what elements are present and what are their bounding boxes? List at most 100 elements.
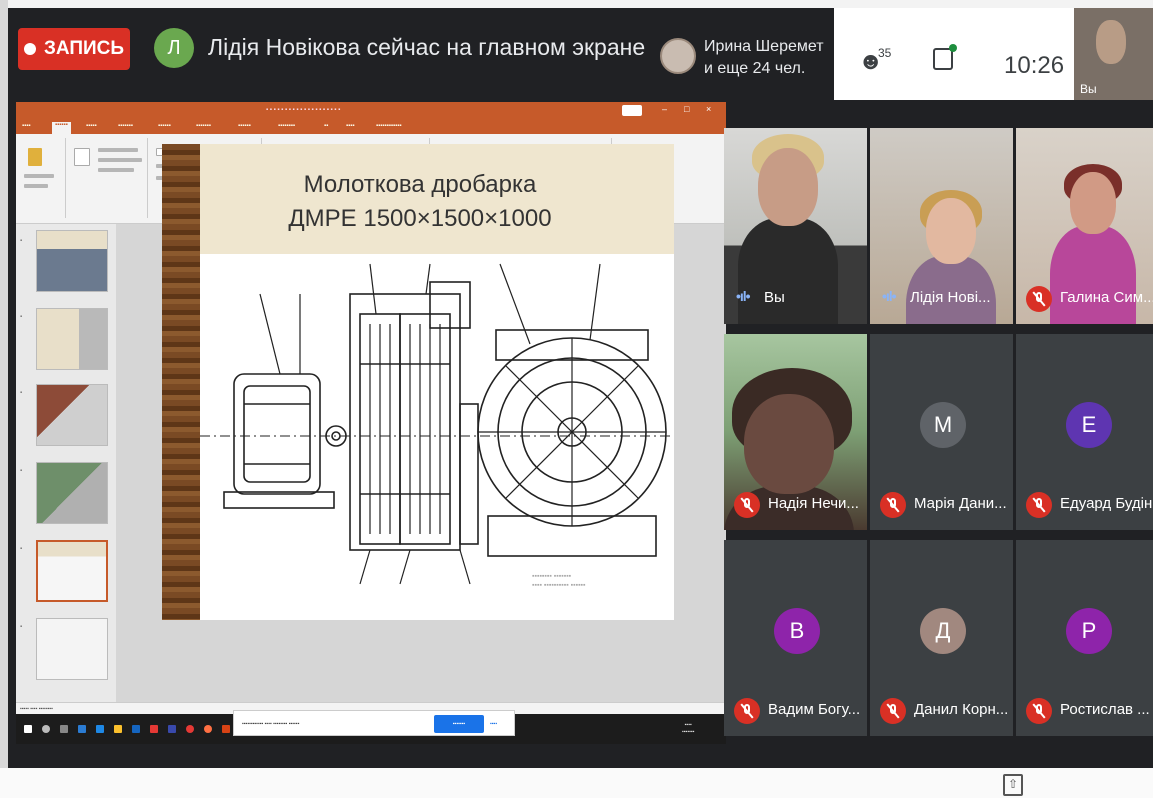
- participant-tile[interactable]: Р Ростислав ...: [1016, 540, 1153, 736]
- ppt-minimize-icon[interactable]: –: [662, 104, 667, 114]
- participant-avatar: В: [774, 608, 820, 654]
- share-screen-icon[interactable]: ⇧: [1003, 774, 1023, 796]
- participant-tile[interactable]: М Марія Дани...: [870, 334, 1013, 530]
- viewers-line-1: Ирина Шеремет: [704, 38, 824, 55]
- bottom-bar: [0, 768, 1153, 798]
- ppt-tab-insert[interactable]: ▪▪▪▪▪: [86, 123, 97, 129]
- slide-wood-border: [162, 144, 200, 620]
- speaking-icon: •ıl•: [736, 288, 751, 304]
- participant-tile[interactable]: Галина Сим...: [1016, 128, 1153, 324]
- participant-name: Ростислав ...: [1060, 701, 1150, 718]
- ribbon-group-clipboard[interactable]: [20, 138, 66, 218]
- taskview-icon[interactable]: [60, 725, 68, 733]
- presentation-slide: Молоткова дробарка ДМРЕ 1500×1500×1000 ▪…: [162, 144, 674, 620]
- slide-thumbnail-active[interactable]: [36, 540, 108, 602]
- participant-body: [738, 218, 838, 324]
- viewers-info[interactable]: Ирина Шеремет и еще 24 чел.: [704, 36, 824, 80]
- mic-off-icon: [734, 698, 760, 724]
- slide-title: Молоткова дробарка ДМРЕ 1500×1500×1000: [200, 168, 640, 236]
- hide-banner-button[interactable]: ▪▪▪▪: [490, 721, 497, 727]
- slide-thumbnail[interactable]: [36, 230, 108, 292]
- ribbon-group-slides[interactable]: [68, 138, 148, 218]
- ppt-ribbon-tabs: ▪▪▪▪ ▪▪▪▪▪▪ ▪▪▪▪▪ ▪▪▪▪▪▪▪ ▪▪▪▪▪▪ ▪▪▪▪▪▪▪…: [16, 120, 726, 134]
- app-icon[interactable]: [114, 725, 122, 733]
- windows-activation-watermark: ▪▪▪▪▪▪▪▪ ▪▪▪▪▪▪▪ ▪▪▪▪ ▪▪▪▪▪▪▪▪▪▪ ▪▪▪▪▪▪: [532, 573, 586, 589]
- participant-tile[interactable]: В Вадим Богу...: [724, 540, 867, 736]
- participants-count: 35: [878, 46, 892, 60]
- left-window-edge: [0, 0, 8, 798]
- app-icon[interactable]: [204, 725, 212, 733]
- hammer-crusher-drawing: [200, 263, 674, 585]
- meet-window: ЗАПИСЬ Л Лідія Новікова сейчас на главно…: [8, 8, 1153, 768]
- app-icon[interactable]: [96, 725, 104, 733]
- slide-title-line-2: ДМРЕ 1500×1500×1000: [288, 205, 552, 232]
- slide-thumbnail[interactable]: [36, 462, 108, 524]
- participant-body: [1050, 226, 1136, 324]
- ppt-tab-review[interactable]: ▪▪▪▪▪▪▪▪: [278, 123, 295, 129]
- slide-title-line-1: Молоткова дробарка: [303, 171, 537, 198]
- presenter-avatar: Л: [154, 28, 194, 68]
- ppt-tab-file[interactable]: ▪▪▪▪: [22, 123, 31, 129]
- slide-thumbnail[interactable]: [36, 618, 108, 680]
- ppt-tab-animations[interactable]: ▪▪▪▪▪▪▪: [196, 123, 211, 129]
- participant-avatar: Д: [920, 608, 966, 654]
- app-icon[interactable]: [132, 725, 140, 733]
- stop-sharing-button[interactable]: ▪▪▪▪▪▪▪: [434, 715, 484, 733]
- ppt-maximize-icon[interactable]: □: [684, 104, 689, 114]
- participant-tile[interactable]: Е Едуард Будін: [1016, 334, 1153, 530]
- participant-name: Вадим Богу...: [768, 701, 861, 718]
- powerpoint-icon[interactable]: [222, 725, 230, 733]
- app-icon[interactable]: [168, 725, 176, 733]
- self-view-face: [1096, 20, 1126, 64]
- participant-tile[interactable]: Надія Нечи...: [724, 334, 867, 530]
- ppt-tab-home[interactable]: ▪▪▪▪▪▪: [52, 122, 71, 134]
- chat-notification-dot: [949, 44, 957, 52]
- ppt-close-icon[interactable]: ×: [706, 104, 711, 114]
- ppt-tab-design[interactable]: ▪▪▪▪▪▪▪: [118, 123, 133, 129]
- participant-face: [758, 148, 818, 226]
- ppt-tab-help[interactable]: ▪▪▪▪: [346, 123, 355, 129]
- slide-thumbnail[interactable]: [36, 308, 108, 370]
- app-icon[interactable]: [78, 725, 86, 733]
- ppt-signin-button[interactable]: [622, 105, 642, 116]
- participant-name: Вы: [764, 289, 785, 306]
- mic-off-icon: [1026, 698, 1052, 724]
- participant-avatar: Р: [1066, 608, 1112, 654]
- mic-off-icon: [1026, 286, 1052, 312]
- mic-off-icon: [1026, 492, 1052, 518]
- participant-face: [1070, 172, 1116, 234]
- participant-name: Галина Сим...: [1060, 289, 1153, 306]
- participant-tile[interactable]: Д Данил Корн...: [870, 540, 1013, 736]
- viewer-avatar: [660, 38, 696, 74]
- mic-off-icon: [734, 492, 760, 518]
- ppt-tab-slideshow[interactable]: ▪▪▪▪▪▪: [238, 123, 251, 129]
- record-dot-icon: [23, 43, 36, 55]
- participant-avatar: М: [920, 402, 966, 448]
- record-label: ЗАПИСЬ: [43, 38, 125, 59]
- participant-tile[interactable]: •ıl• Лідія Нові...: [870, 128, 1013, 324]
- ppt-tab-view[interactable]: ▪▪: [324, 123, 328, 129]
- participant-name: Едуард Будін: [1060, 495, 1153, 512]
- app-icon[interactable]: [150, 725, 158, 733]
- viewers-line-2: и еще 24 чел.: [704, 60, 806, 77]
- participant-name: Марія Дани...: [914, 495, 1007, 512]
- slide-thumbnails-pane: ▪ ▪ ▪ ▪ ▪ ▪: [16, 224, 116, 702]
- ppt-tab-transitions[interactable]: ▪▪▪▪▪▪: [158, 123, 171, 129]
- clock: 10:26: [1004, 52, 1065, 79]
- participant-face: [926, 198, 976, 264]
- participant-avatar: Е: [1066, 402, 1112, 448]
- participant-tile[interactable]: •ıl• Вы: [724, 128, 867, 324]
- search-icon[interactable]: [42, 725, 50, 733]
- mic-off-icon: [880, 492, 906, 518]
- self-view-label: Вы: [1080, 82, 1097, 96]
- opera-icon[interactable]: [186, 725, 194, 733]
- participant-name: Надія Нечи...: [768, 495, 859, 512]
- ppt-titlebar: ▪ ▪ ▪ ▪ ▪ ▪ ▪ ▪ ▪ ▪ ▪ ▪ ▪ ▪ ▪ ▪ ▪ ▪ ▪ ▪ …: [16, 102, 726, 120]
- ppt-tell-me[interactable]: ▪▪▪▪▪▪▪▪▪▪▪▪: [376, 123, 402, 129]
- mic-off-icon: [880, 698, 906, 724]
- record-button[interactable]: ЗАПИСЬ: [18, 28, 130, 70]
- ppt-window-title: ▪ ▪ ▪ ▪ ▪ ▪ ▪ ▪ ▪ ▪ ▪ ▪ ▪ ▪ ▪ ▪ ▪ ▪ ▪ ▪: [266, 107, 341, 113]
- windows-start-icon[interactable]: [24, 725, 32, 733]
- slide-thumbnail[interactable]: [36, 384, 108, 446]
- participant-face: [744, 394, 834, 494]
